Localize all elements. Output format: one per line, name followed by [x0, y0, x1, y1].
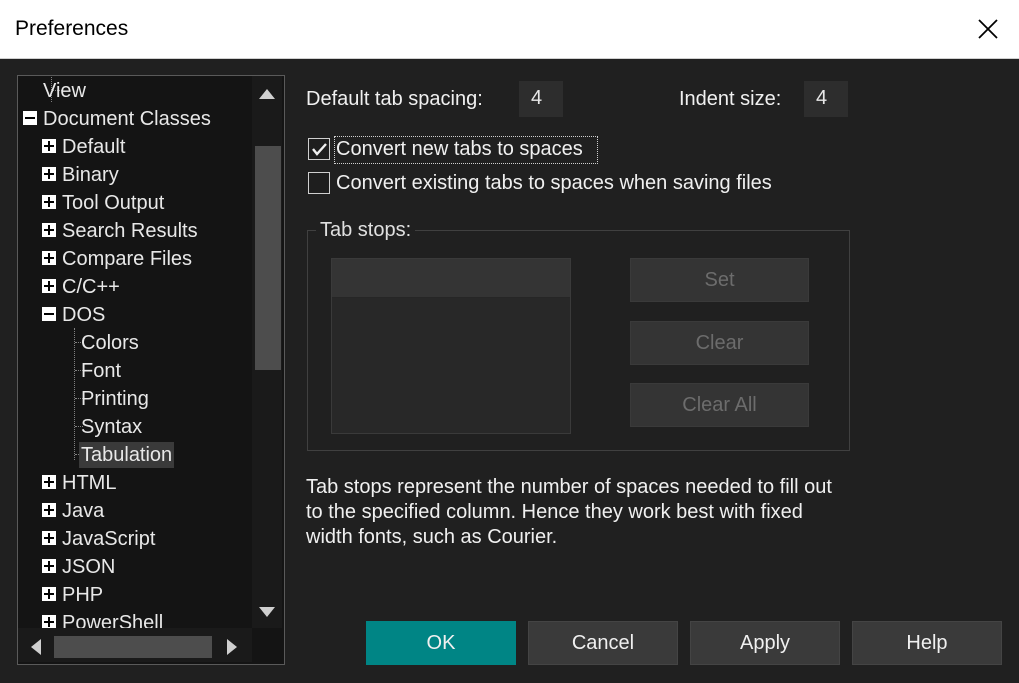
tree-item-label: Font — [81, 360, 122, 382]
tree-item-printing[interactable]: Printing — [81, 386, 149, 412]
default-tab-spacing-input[interactable]: 4 — [519, 81, 563, 117]
title-bar: Preferences — [0, 0, 1019, 59]
tree-item-label: Tabulation — [81, 444, 173, 466]
description-line: to the specified column. Hence they work… — [306, 501, 803, 523]
tree-item-c-cpp[interactable]: C/C++ — [42, 274, 120, 300]
indent-size-label: Indent size: — [679, 88, 782, 110]
horizontal-scroll-thumb[interactable] — [54, 636, 212, 658]
clear-button[interactable]: Clear — [630, 321, 809, 365]
expand-icon[interactable] — [42, 195, 56, 209]
clear-all-button[interactable]: Clear All — [630, 383, 809, 427]
help-button[interactable]: Help — [852, 621, 1002, 665]
tree-item-label: DOS — [62, 304, 106, 326]
tab-stops-group-label: Tab stops: — [316, 219, 416, 242]
tree-item-colors[interactable]: Colors — [81, 330, 139, 356]
convert-new-tabs-label[interactable]: Convert new tabs to spaces — [336, 138, 583, 161]
scroll-down-icon[interactable] — [258, 606, 276, 618]
tree-item-label: HTML — [62, 472, 117, 494]
tree-item-label: Document Classes — [43, 108, 211, 130]
collapse-icon[interactable] — [42, 307, 56, 321]
expand-icon[interactable] — [42, 475, 56, 489]
description-line: Tab stops represent the number of spaces… — [306, 476, 832, 498]
category-tree[interactable]: View Document Classes Default Binary Too… — [17, 75, 285, 665]
scroll-left-icon[interactable] — [30, 638, 42, 656]
expand-icon[interactable] — [42, 139, 56, 153]
checkmark-icon — [312, 143, 327, 156]
tree-item-label: Java — [62, 500, 105, 522]
tree-content: View Document Classes Default Binary Too… — [18, 76, 250, 628]
close-button[interactable] — [957, 0, 1019, 58]
scroll-right-icon[interactable] — [226, 638, 238, 656]
tree-item-label: Syntax — [81, 416, 143, 438]
tree-item-label: JSON — [62, 556, 116, 578]
tree-item-tabulation[interactable]: Tabulation — [79, 442, 175, 468]
expand-icon[interactable] — [42, 223, 56, 237]
vertical-scroll-thumb[interactable] — [255, 146, 281, 370]
tree-horizontal-scrollbar[interactable] — [18, 628, 252, 662]
tree-item-label: JavaScript — [62, 528, 156, 550]
ok-button[interactable]: OK — [366, 621, 516, 665]
tree-item-search-results[interactable]: Search Results — [42, 218, 198, 244]
convert-existing-tabs-checkbox[interactable] — [308, 172, 330, 194]
tree-item-document-classes[interactable]: Document Classes — [23, 106, 211, 132]
tree-item-compare-files[interactable]: Compare Files — [42, 246, 192, 272]
scroll-up-icon[interactable] — [258, 88, 276, 100]
cancel-button[interactable]: Cancel — [528, 621, 678, 665]
tree-item-label: Colors — [81, 332, 139, 354]
tree-item-label: Printing — [81, 388, 149, 410]
tree-item-dos[interactable]: DOS — [42, 302, 105, 328]
expand-icon[interactable] — [42, 251, 56, 265]
expand-icon[interactable] — [42, 559, 56, 573]
tree-item-label: Compare Files — [62, 248, 193, 270]
tree-item-json[interactable]: JSON — [42, 554, 115, 580]
tree-item-tool-output[interactable]: Tool Output — [42, 190, 164, 216]
tree-item-label: C/C++ — [62, 276, 120, 298]
description-line: width fonts, such as Courier. — [306, 526, 558, 548]
indent-size-input[interactable]: 4 — [804, 81, 848, 117]
default-tab-spacing-label: Default tab spacing: — [306, 88, 483, 110]
convert-new-tabs-checkbox[interactable] — [308, 138, 330, 160]
tree-item-label: Tool Output — [62, 192, 165, 214]
expand-icon[interactable] — [42, 587, 56, 601]
convert-existing-tabs-label[interactable]: Convert existing tabs to spaces when sav… — [336, 172, 772, 195]
apply-button[interactable]: Apply — [690, 621, 840, 665]
tree-item-label: View — [43, 80, 86, 102]
collapse-icon[interactable] — [23, 111, 37, 125]
expand-icon[interactable] — [42, 615, 56, 628]
tree-item-font[interactable]: Font — [81, 358, 121, 384]
tree-item-java[interactable]: Java — [42, 498, 104, 524]
tab-stops-list-header — [332, 259, 570, 298]
tree-item-label: Binary — [62, 164, 119, 186]
tree-item-syntax[interactable]: Syntax — [81, 414, 142, 440]
tree-item-default[interactable]: Default — [42, 134, 125, 160]
close-icon — [978, 19, 998, 39]
tree-item-view[interactable]: View — [43, 78, 86, 104]
tree-item-label: Default — [62, 136, 126, 158]
tree-item-powershell[interactable]: PowerShell — [42, 610, 163, 628]
expand-icon[interactable] — [42, 503, 56, 517]
tab-stops-list[interactable] — [331, 258, 571, 434]
tab-stops-description: Tab stops represent the number of spaces… — [306, 475, 906, 550]
tree-item-label: PowerShell — [62, 612, 164, 628]
tree-item-html[interactable]: HTML — [42, 470, 116, 496]
tree-vertical-scrollbar[interactable] — [252, 76, 282, 628]
tree-item-binary[interactable]: Binary — [42, 162, 119, 188]
expand-icon[interactable] — [42, 167, 56, 181]
tree-item-php[interactable]: PHP — [42, 582, 103, 608]
tree-connector — [74, 328, 75, 460]
window-title: Preferences — [15, 17, 129, 40]
expand-icon[interactable] — [42, 531, 56, 545]
tree-item-label: PHP — [62, 584, 104, 606]
expand-icon[interactable] — [42, 279, 56, 293]
tree-item-label: Search Results — [62, 220, 198, 242]
set-button[interactable]: Set — [630, 258, 809, 302]
tree-item-javascript[interactable]: JavaScript — [42, 526, 155, 552]
